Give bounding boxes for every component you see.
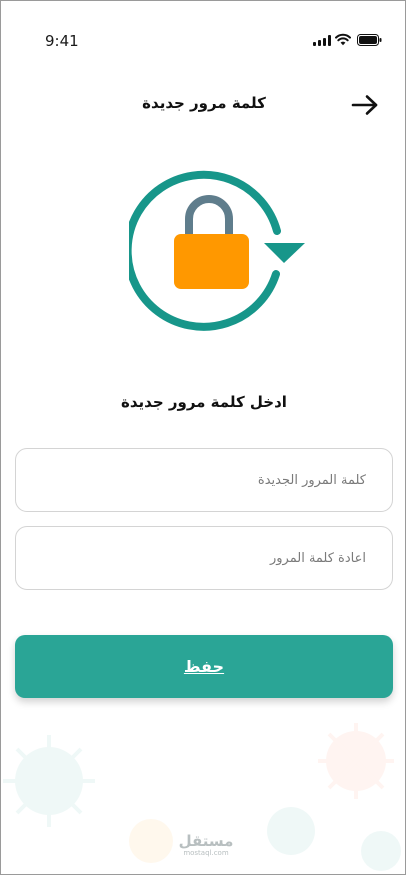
status-time: 9:41	[45, 32, 79, 50]
arrow-right-icon[interactable]	[349, 93, 381, 117]
watermark: مستقل mostaql.com	[178, 832, 234, 857]
save-button[interactable]: حفظ	[15, 635, 393, 698]
new-password-input[interactable]	[16, 449, 392, 511]
battery-icon	[357, 34, 382, 46]
lock-refresh-icon	[129, 170, 305, 331]
instruction-text: ادخل كلمة مرور جديدة	[121, 393, 287, 411]
wifi-icon	[335, 33, 351, 46]
cellular-signal-icon	[313, 35, 331, 46]
confirm-password-field[interactable]	[15, 526, 393, 590]
page-title: كلمة مرور جديدة	[142, 94, 266, 112]
new-password-field[interactable]	[15, 448, 393, 512]
status-bar: 9:41	[1, 1, 405, 81]
app-screen: 9:41 كلمة مرور جديدة ادخل كلمة مرور جديد…	[0, 0, 406, 875]
confirm-password-input[interactable]	[16, 527, 392, 589]
